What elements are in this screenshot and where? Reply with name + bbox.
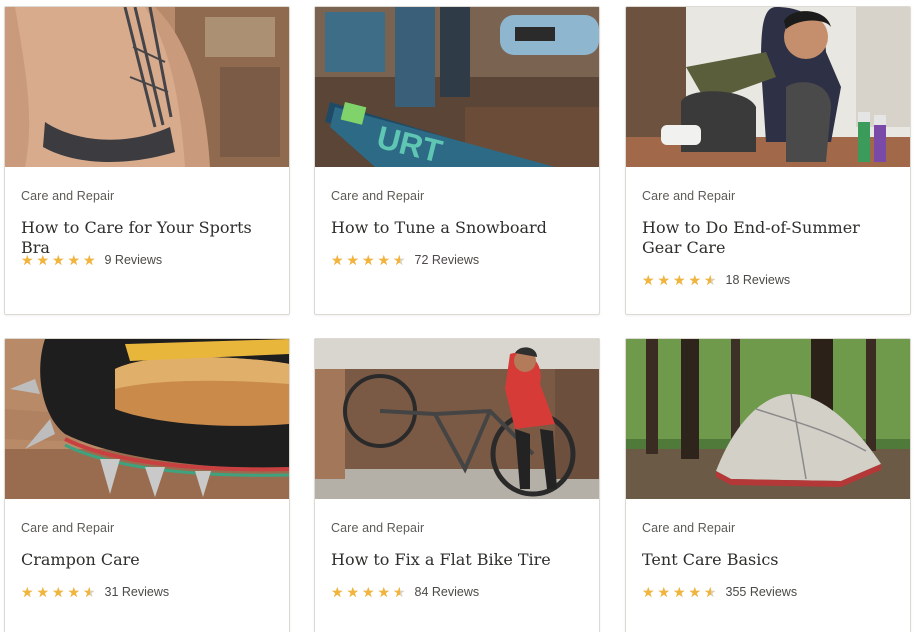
article-title[interactable]: Crampon Care (21, 550, 275, 570)
article-title[interactable]: How to Do End-of-Summer Gear Care (642, 218, 896, 258)
article-title[interactable]: How to Fix a Flat Bike Tire (331, 550, 585, 570)
article-category: Care and Repair (642, 521, 736, 535)
article-rating: 31 Reviews (21, 585, 169, 599)
star-rating (642, 273, 720, 287)
star-icon (673, 585, 687, 599)
article-category: Care and Repair (21, 189, 115, 203)
article-rating: 9 Reviews (21, 253, 162, 267)
article-title[interactable]: Tent Care Basics (642, 550, 896, 570)
star-icon (378, 585, 392, 599)
article-grid: Care and Repair How to Care for Your Spo… (0, 0, 915, 632)
star-icon (21, 585, 35, 599)
article-card[interactable]: Care and Repair How to Fix a Flat Bike T… (314, 338, 600, 632)
article-thumbnail[interactable] (5, 339, 289, 499)
star-rating (331, 585, 409, 599)
star-icon (704, 273, 718, 287)
article-card[interactable]: Care and Repair Crampon Care 31 Reviews (4, 338, 290, 632)
reviews-count[interactable]: 9 Reviews (105, 253, 163, 267)
star-icon (331, 585, 345, 599)
article-card[interactable]: Care and Repair Tent Care Basics 355 Rev… (625, 338, 911, 632)
article-rating: 84 Reviews (331, 585, 479, 599)
star-rating (331, 253, 409, 267)
star-rating (642, 585, 720, 599)
article-card[interactable]: Care and Repair How to Do End-of-Summer … (625, 6, 911, 315)
star-icon (331, 253, 345, 267)
article-thumbnail[interactable] (5, 7, 289, 167)
tent-photo (626, 339, 910, 499)
star-icon (393, 585, 407, 599)
star-icon (689, 585, 703, 599)
star-icon (673, 273, 687, 287)
star-icon (658, 273, 672, 287)
article-card[interactable]: URT Care and Repair How to Tune a Snowbo… (314, 6, 600, 315)
article-thumbnail[interactable] (626, 339, 910, 499)
star-icon (642, 585, 656, 599)
star-icon (347, 253, 361, 267)
star-icon (68, 253, 82, 267)
article-category: Care and Repair (331, 521, 425, 535)
reviews-count[interactable]: 18 Reviews (726, 273, 791, 287)
star-icon (642, 273, 656, 287)
article-category: Care and Repair (331, 189, 425, 203)
star-icon (689, 273, 703, 287)
article-thumbnail[interactable] (626, 7, 910, 167)
star-icon (83, 253, 97, 267)
star-icon (362, 253, 376, 267)
article-rating: 355 Reviews (642, 585, 797, 599)
star-icon (37, 253, 51, 267)
article-title[interactable]: How to Tune a Snowboard (331, 218, 585, 238)
article-rating: 18 Reviews (642, 273, 790, 287)
star-icon (658, 585, 672, 599)
star-rating (21, 585, 99, 599)
star-icon (52, 253, 66, 267)
star-rating (21, 253, 99, 267)
star-icon (68, 585, 82, 599)
crampon-photo (5, 339, 289, 499)
snowboard-photo: URT (315, 7, 599, 167)
star-icon (52, 585, 66, 599)
gear-care-photo (626, 7, 910, 167)
star-icon (393, 253, 407, 267)
article-category: Care and Repair (21, 521, 115, 535)
star-icon (378, 253, 392, 267)
sports-bra-photo (5, 7, 289, 167)
reviews-count[interactable]: 355 Reviews (726, 585, 798, 599)
reviews-count[interactable]: 72 Reviews (415, 253, 480, 267)
article-card[interactable]: Care and Repair How to Care for Your Spo… (4, 6, 290, 315)
article-thumbnail[interactable] (315, 339, 599, 499)
bike-tire-photo (315, 339, 599, 499)
reviews-count[interactable]: 31 Reviews (105, 585, 170, 599)
article-category: Care and Repair (642, 189, 736, 203)
reviews-count[interactable]: 84 Reviews (415, 585, 480, 599)
article-rating: 72 Reviews (331, 253, 479, 267)
star-icon (347, 585, 361, 599)
star-icon (21, 253, 35, 267)
star-icon (704, 585, 718, 599)
article-thumbnail[interactable]: URT (315, 7, 599, 167)
star-icon (37, 585, 51, 599)
star-icon (83, 585, 97, 599)
star-icon (362, 585, 376, 599)
